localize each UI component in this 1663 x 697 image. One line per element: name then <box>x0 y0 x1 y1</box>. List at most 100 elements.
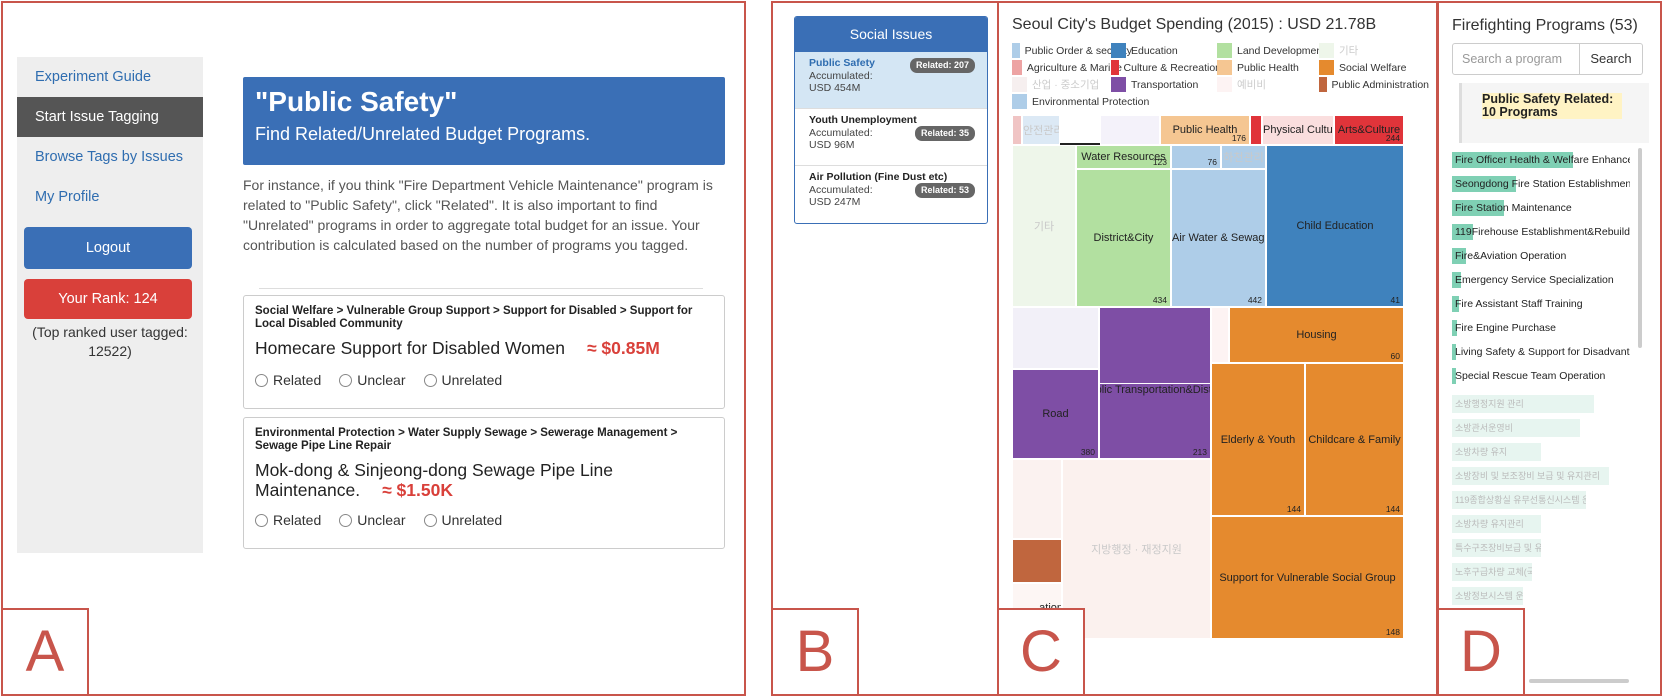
treemap-tile[interactable] <box>1250 115 1262 145</box>
program-list-item-faded[interactable]: 소방장비 및 보조장비 보급 및 유지관리 <box>1452 467 1609 485</box>
legend-label: Public Health <box>1237 61 1299 74</box>
issue-item-youth-unemployment[interactable]: Youth Unemployment Accumulated: USD 96M … <box>795 109 987 166</box>
issue-item-air-pollution[interactable]: Air Pollution (Fine Dust etc) Accumulate… <box>795 166 987 223</box>
radio-circle[interactable] <box>255 373 268 387</box>
treemap-tile[interactable]: Water Resources 123 <box>1076 145 1171 169</box>
tile-count: 380 <box>1080 447 1095 457</box>
legend-item: Culture & Recreation <box>1111 60 1221 75</box>
treemap-tile[interactable]: Public Transportation&Distribution 213 <box>1099 383 1211 459</box>
legend-label: Transportation <box>1131 78 1199 91</box>
search-button[interactable]: Search <box>1579 43 1643 75</box>
tile-label: Air Water & Sewage <box>1172 232 1266 244</box>
treemap-tile[interactable]: 안전관리 <box>1022 115 1060 145</box>
treemap-tile[interactable]: Childcare & Family 144 <box>1305 363 1404 516</box>
tile-count: 213 <box>1192 447 1207 457</box>
nav-experiment-guide[interactable]: Experiment Guide <box>17 57 203 97</box>
treemap-tile[interactable]: 76 <box>1171 145 1221 169</box>
program-list-item-faded[interactable]: 소방차량 유지관리 <box>1452 515 1541 533</box>
treemap-tile[interactable] <box>1100 115 1160 145</box>
program-list-item-faded[interactable]: 소방관서운영비 <box>1452 419 1581 437</box>
treemap-tile[interactable] <box>1012 307 1099 369</box>
treemap-tile[interactable] <box>1012 115 1022 145</box>
vertical-scrollbar[interactable] <box>1638 148 1642 348</box>
panel-c: Seoul City's Budget Spending (2015) : US… <box>997 1 1438 696</box>
treemap-tile[interactable] <box>1012 459 1062 539</box>
tile-count: 123 <box>1152 157 1167 167</box>
program-list-item[interactable]: Fire Assistant Staff Training <box>1452 294 1630 314</box>
legend-item: Land Development <box>1217 43 1327 58</box>
radio-unclear[interactable]: Unclear <box>339 372 406 388</box>
legend-swatch <box>1012 94 1027 109</box>
program-list-item[interactable]: Fire&Aviation Operation <box>1452 246 1630 266</box>
program-list-item-faded[interactable]: 특수구조장비보급 및 유지관리 <box>1452 539 1541 557</box>
treemap-tile[interactable]: District&City 434 <box>1076 169 1171 307</box>
radio-circle[interactable] <box>423 373 437 387</box>
logout-button[interactable]: Logout <box>24 227 192 269</box>
program-list-item-faded[interactable]: 노후구급차량 교체(국고보조) <box>1452 563 1533 581</box>
radio-unclear[interactable]: Unclear <box>339 512 406 528</box>
nav-start-issue-tagging[interactable]: Start Issue Tagging <box>17 97 203 137</box>
treemap-tile[interactable] <box>1211 307 1229 363</box>
program-list-item[interactable]: Seongdong Fire Station Establishment <box>1452 174 1630 194</box>
program-search-input[interactable]: Search a program <box>1452 43 1580 75</box>
program-list-item[interactable]: 119Firehouse Establishment&Rebuilding <box>1452 222 1630 242</box>
treemap-tile[interactable]: Road 380 <box>1012 369 1099 459</box>
tile-count: 144 <box>1385 504 1400 514</box>
legend-swatch <box>1319 77 1327 92</box>
nav-my-profile[interactable]: My Profile <box>17 177 203 217</box>
treemap-tile[interactable]: Housing 60 <box>1229 307 1404 363</box>
radio-unrelated[interactable]: Unrelated <box>423 512 502 528</box>
treemap-tile[interactable]: 기타 <box>1012 145 1076 307</box>
treemap-tile[interactable]: Public Health 176 <box>1160 115 1250 145</box>
program-card: Environmental Protection > Water Supply … <box>243 417 725 549</box>
issue-name: Air Pollution (Fine Dust etc) <box>809 171 948 183</box>
program-list-item[interactable]: Fire Station Maintenance <box>1452 198 1630 218</box>
legend-item: Agriculture & Marine <box>1012 60 1122 75</box>
program-list-item[interactable]: Special Rescue Team Operation <box>1452 366 1630 386</box>
radio-related[interactable]: Related <box>255 372 321 388</box>
legend-label: Environmental Protection <box>1032 95 1150 108</box>
radio-circle[interactable] <box>255 513 268 527</box>
issue-item-public-safety[interactable]: Public Safety Accumulated: USD 454M Rela… <box>795 52 987 109</box>
program-list-item-faded[interactable]: 소방정보시스템 운영 <box>1452 587 1524 605</box>
treemap-tile[interactable]: Elderly & Youth 144 <box>1211 363 1305 516</box>
radio-unrelated[interactable]: Unrelated <box>423 372 502 388</box>
program-list-item[interactable]: Emergency Service Specialization <box>1452 270 1630 290</box>
tile-label: Support for Vulnerable Social Group <box>1219 571 1396 584</box>
legend-swatch <box>1217 77 1232 92</box>
legend-item: Public Health <box>1217 60 1307 75</box>
legend-label: 예비비 <box>1237 79 1266 91</box>
horizontal-scrollbar[interactable] <box>1529 679 1629 683</box>
program-list-item-faded[interactable]: 119종합상황실 유무선통신시스템 운영 <box>1452 491 1586 509</box>
program-list-item[interactable]: Fire Officer Health & Welfare Enhancemen… <box>1452 150 1630 170</box>
tile-label: Child Education <box>1296 220 1374 232</box>
related-badge: Related: 53 <box>914 183 975 198</box>
radio-circle[interactable] <box>423 513 437 527</box>
radio-circle[interactable] <box>339 513 353 527</box>
radio-label: Related <box>273 372 322 388</box>
treemap-tile[interactable]: Physical Culture <box>1262 115 1334 145</box>
tile-label: Public Transportation&Distribution <box>1100 384 1210 396</box>
tag-radio-group: Related Unclear Unrelated <box>255 372 713 388</box>
treemap-tile[interactable]: Support for Vulnerable Social Group 148 <box>1211 516 1404 639</box>
legend-item: Social Welfare <box>1319 60 1429 75</box>
radio-related[interactable]: Related <box>255 512 321 528</box>
treemap-tile[interactable]: Air Water & Sewage 442 <box>1171 169 1266 307</box>
issues-header: Social Issues <box>795 17 987 52</box>
program-title: Mok-dong & Sinjeong-dong Sewage Pipe Lin… <box>255 460 713 500</box>
treemap-tile[interactable] <box>1012 539 1062 583</box>
program-list-item[interactable]: Living Safety & Support for Disadvantage… <box>1452 342 1630 362</box>
program-breadcrumb: Environmental Protection > Water Supply … <box>255 427 678 452</box>
nav-browse-tags[interactable]: Browse Tags by Issues <box>17 137 203 177</box>
programs-title: Firefighting Programs (53) <box>1452 17 1638 34</box>
treemap-tile[interactable]: Child Education 41 <box>1266 145 1404 307</box>
legend-label: 기타 <box>1339 45 1359 57</box>
treemap-tile[interactable]: Arts&Culture 244 <box>1334 115 1404 145</box>
program-name: Fire Officer Health & Welfare Enhancemen… <box>1455 154 1630 166</box>
tile-label: 안전관리 <box>1023 125 1060 137</box>
program-list-item-faded[interactable]: 소방차량 유지 <box>1452 443 1541 461</box>
program-list-item-faded[interactable]: 소방행정지원 관리 <box>1452 395 1595 413</box>
radio-circle[interactable] <box>339 373 353 387</box>
program-list-item[interactable]: Fire Engine Purchase <box>1452 318 1630 338</box>
treemap-tile[interactable]: 하천관리 <box>1221 145 1266 169</box>
